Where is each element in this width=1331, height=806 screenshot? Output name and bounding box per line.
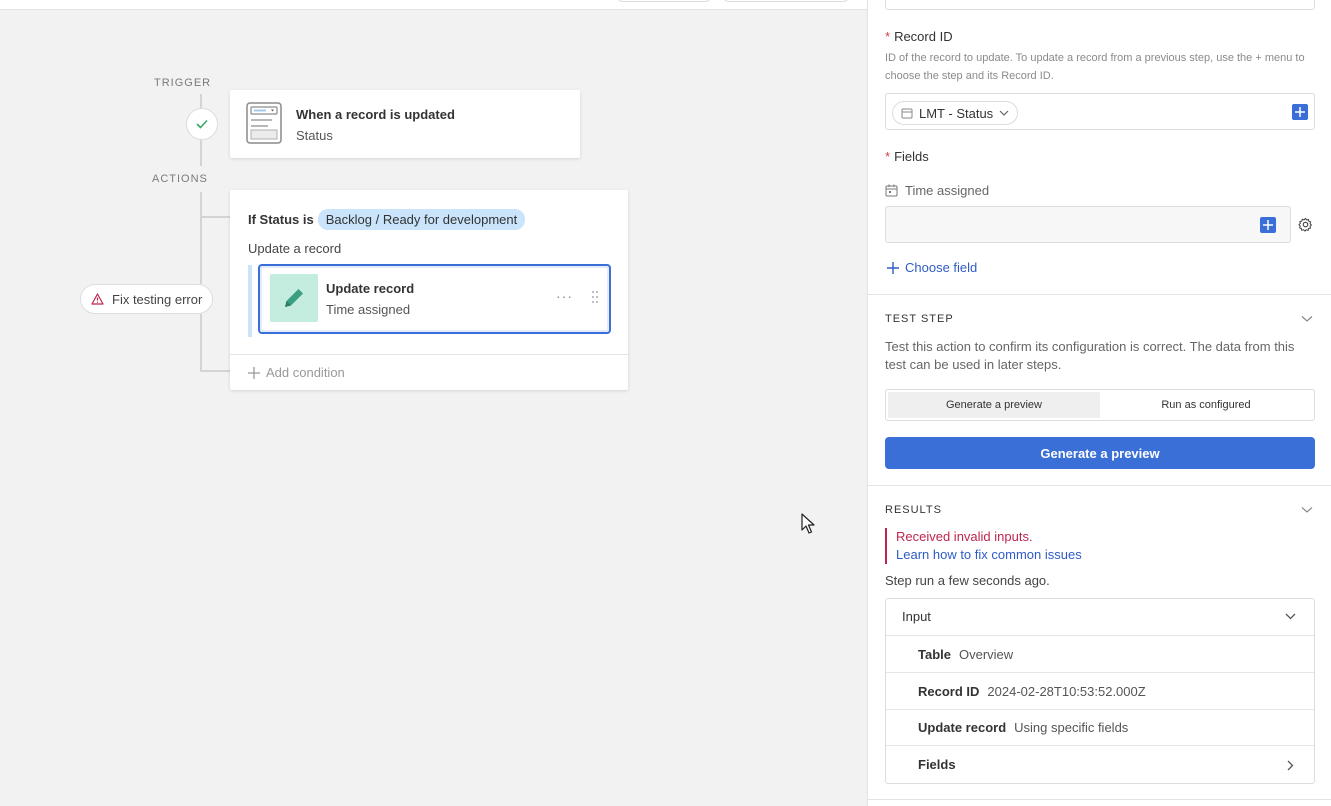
error-text: Received invalid inputs. (896, 529, 1033, 544)
results-title: RESULTS (885, 504, 942, 516)
test-step-description: Test this action to confirm its configur… (885, 339, 1295, 372)
actions-section-label: ACTIONS (152, 173, 208, 185)
learn-fix-link[interactable]: Learn how to fix common issues (896, 546, 1315, 564)
mouse-cursor-icon (801, 513, 815, 534)
input-row-key: Record ID (918, 683, 980, 699)
input-row-value: 2024-02-28T10:53:52.000Z (987, 683, 1146, 699)
record-id-help: ID of the record to update. To update a … (885, 52, 1305, 82)
connector-line (200, 370, 230, 372)
input-header[interactable]: Input (902, 609, 931, 624)
plus-icon (1263, 220, 1273, 230)
time-assigned-input[interactable] (885, 206, 1291, 243)
update-record-step[interactable]: Update record Time assigned ··· (258, 264, 611, 334)
input-row-expandable[interactable]: Fields (886, 745, 1314, 783)
connector-line (200, 192, 202, 284)
required-marker: * (885, 149, 891, 164)
input-details: Input Table Overview Record ID 2024-02-2… (885, 598, 1315, 784)
choose-field-button[interactable]: Choose field (887, 260, 977, 275)
condition-value-pill[interactable]: Backlog / Ready for development (317, 209, 526, 230)
tab-run-as-configured[interactable]: Run as configured (1100, 392, 1312, 418)
test-step-title: TEST STEP (885, 313, 954, 325)
input-row: Record ID 2024-02-28T10:53:52.000Z (886, 672, 1314, 709)
fix-error-label: Fix testing error (112, 291, 203, 307)
insert-value-button[interactable] (1292, 104, 1308, 120)
chevron-down-icon[interactable] (1301, 506, 1313, 514)
error-message: Received invalid inputs. Learn how to fi… (885, 528, 1315, 564)
date-field-icon (885, 184, 898, 197)
chevron-right-icon (1287, 760, 1294, 771)
record-id-label: * Record ID (885, 29, 953, 44)
input-row-value: Using specific fields (1014, 720, 1129, 735)
toolbar-button[interactable] (616, 0, 712, 2)
record-id-input[interactable]: LMT - Status (885, 93, 1315, 130)
condition-card[interactable]: If Status is Backlog / Ready for develop… (230, 190, 628, 390)
chevron-down-icon[interactable] (1301, 315, 1313, 323)
condition-label: If Status is (248, 212, 314, 227)
toolbar-button[interactable] (722, 0, 850, 2)
add-condition-label: Add condition (266, 365, 345, 380)
warning-icon (91, 293, 104, 305)
time-assigned-label: Time assigned (885, 183, 989, 198)
input-row: Update record Using specific fields (886, 709, 1314, 745)
check-icon (196, 119, 208, 129)
generate-preview-button[interactable]: Generate a preview (885, 437, 1315, 469)
calendar-icon (901, 108, 913, 119)
fields-label: * Fields (885, 149, 929, 164)
branch-indicator (248, 265, 252, 337)
plus-icon (1295, 107, 1305, 117)
record-form-icon (246, 102, 282, 144)
previous-input[interactable] (885, 0, 1315, 10)
connector-line (200, 216, 230, 218)
step-run-time: Step run a few seconds ago. (885, 573, 1050, 588)
input-row-value: Overview (959, 646, 1014, 662)
step-config-panel[interactable]: * Record ID ID of the record to update. T… (867, 0, 1331, 806)
input-row-key: Fields (918, 757, 956, 772)
more-options-button[interactable]: ··· (556, 288, 573, 304)
action-title: Update record (326, 281, 415, 296)
trigger-card[interactable]: When a record is updated Status (230, 90, 580, 158)
canvas-topbar (0, 0, 867, 10)
record-id-token[interactable]: LMT - Status (892, 101, 1019, 125)
pencil-icon (285, 289, 303, 307)
condition-line: If Status is Backlog / Ready for develop… (248, 209, 526, 230)
plus-icon (248, 366, 260, 379)
edit-tile (270, 274, 318, 322)
connector-line (200, 140, 202, 166)
record-id-token-label: LMT - Status (919, 105, 994, 121)
section-divider (868, 485, 1331, 486)
required-marker: * (885, 29, 891, 44)
test-mode-toggle[interactable]: Generate a preview Run as configured (885, 389, 1315, 421)
chevron-down-icon (999, 110, 1009, 116)
trigger-subtitle: Status (296, 128, 333, 143)
chevron-down-icon[interactable] (1285, 613, 1296, 620)
input-row-key: Update record (918, 720, 1007, 735)
section-divider (868, 294, 1331, 295)
connector-line (200, 94, 202, 108)
tab-generate-preview[interactable]: Generate a preview (888, 392, 1100, 418)
action-subtitle: Time assigned (326, 302, 411, 317)
card-divider (230, 354, 628, 355)
insert-value-button[interactable] (1260, 217, 1276, 233)
section-divider (868, 799, 1331, 800)
trigger-title: When a record is updated (296, 107, 455, 122)
fix-testing-error-button[interactable]: Fix testing error (80, 284, 214, 314)
drag-handle-icon[interactable] (591, 290, 599, 304)
trigger-status-check (186, 108, 218, 140)
plus-icon (887, 261, 899, 274)
input-row: Table Overview (886, 635, 1314, 672)
gear-icon[interactable] (1298, 217, 1313, 232)
input-row-key: Table (918, 646, 951, 662)
trigger-section-label: TRIGGER (154, 77, 212, 89)
workflow-canvas[interactable]: TRIGGER ACTIONS When a record is updated… (0, 0, 867, 806)
add-condition-button[interactable]: Add condition (248, 365, 345, 380)
update-record-label: Update a record (248, 241, 342, 256)
connector-line (200, 314, 202, 372)
